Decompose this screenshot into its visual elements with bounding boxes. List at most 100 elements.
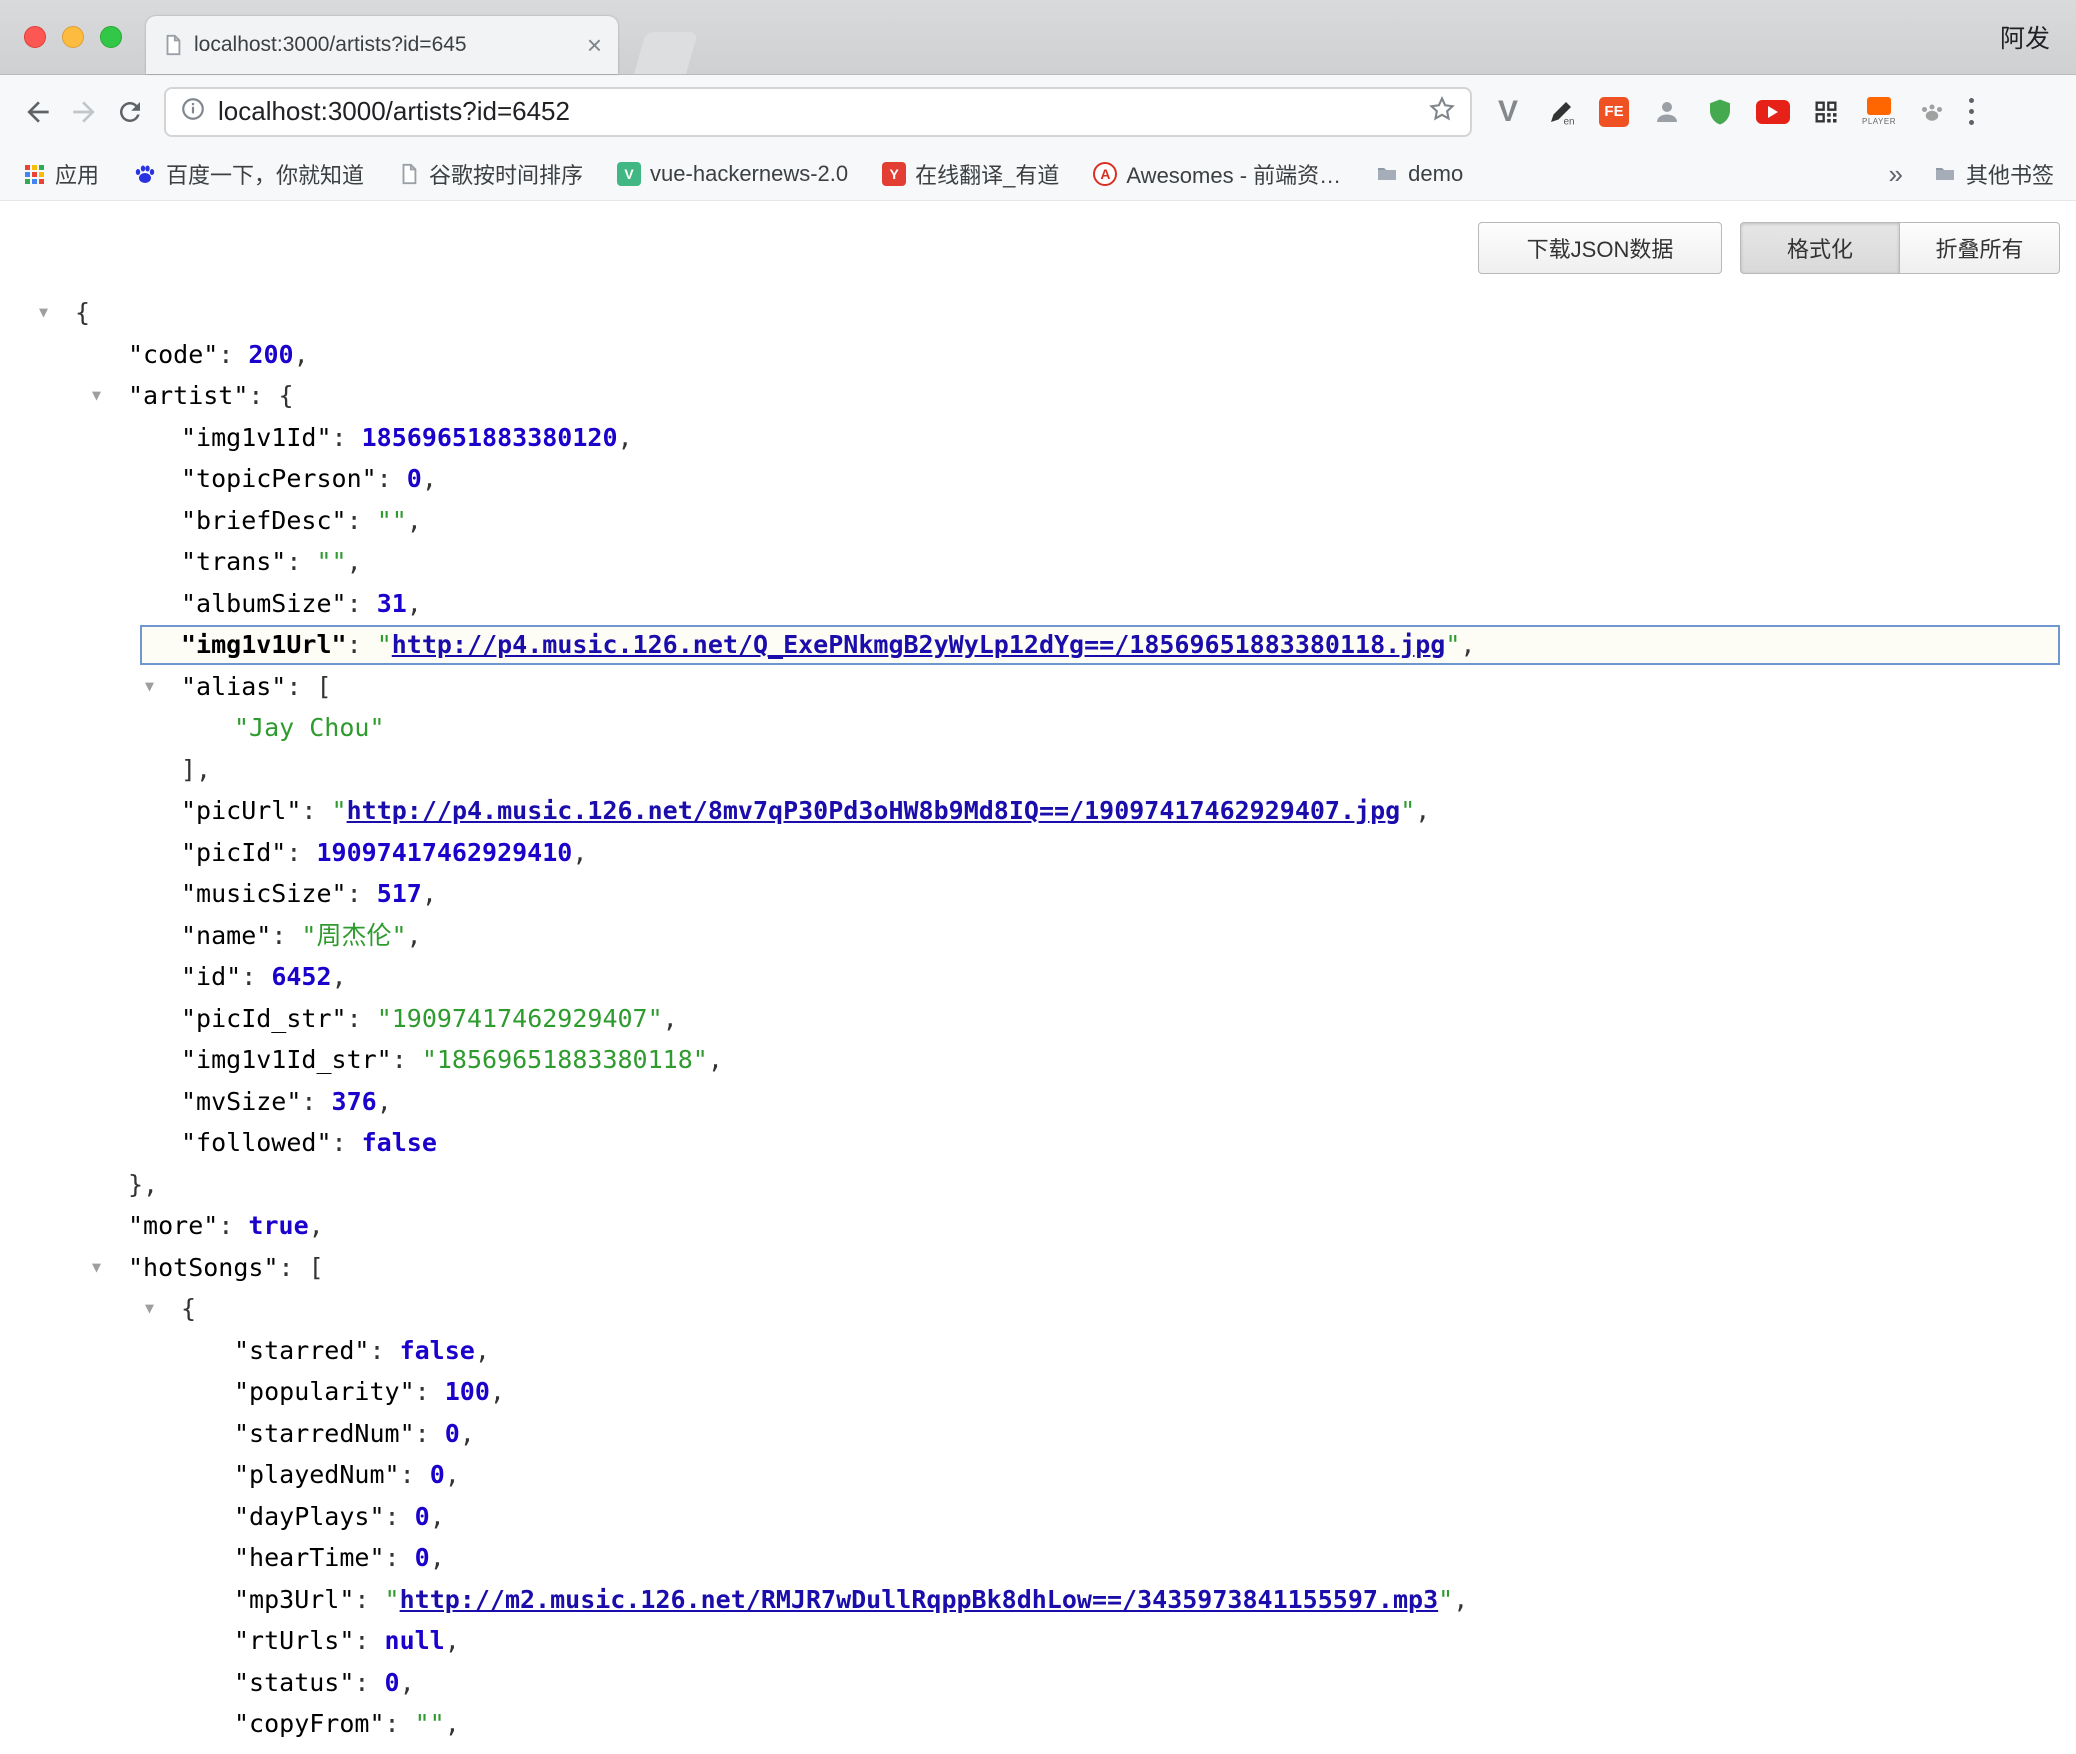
json-string: " [1445, 630, 1460, 659]
json-link[interactable]: http://p4.music.126.net/8mv7qP30Pd3oHW8b… [347, 796, 1401, 825]
collapse-all-button[interactable]: 折叠所有 [1900, 222, 2060, 274]
json-link[interactable]: http://p4.music.126.net/Q_ExePNkmgB2yWyL… [392, 630, 1446, 659]
json-key: "starredNum" [234, 1419, 415, 1448]
bookmark-label: 谷歌按时间排序 [429, 158, 583, 190]
folder-icon [1375, 162, 1399, 186]
json-key: "alias" [181, 672, 286, 701]
json-key: "picUrl" [181, 796, 301, 825]
shield-extension-icon[interactable] [1700, 92, 1740, 132]
json-punctuation: : [354, 1668, 384, 1697]
bookmark-label: vue-hackernews-2.0 [650, 161, 848, 187]
back-button[interactable] [18, 92, 58, 132]
json-string: "Jay Chou" [234, 713, 385, 742]
bookmark-apps[interactable]: 应用 [22, 158, 99, 190]
json-punctuation: , [407, 921, 422, 950]
json-punctuation: , [400, 1668, 415, 1697]
youtube-extension-icon[interactable] [1753, 92, 1793, 132]
fe-extension-icon[interactable]: FE [1594, 92, 1634, 132]
collapse-toggle-icon[interactable]: ▼ [145, 1288, 154, 1330]
address-bar[interactable]: localhost:3000/artists?id=6452 [164, 87, 1472, 137]
player-extension-icon[interactable]: PLAYER [1859, 92, 1899, 132]
page-favicon-icon [162, 34, 184, 56]
extensions-area: V en FE PLAYER [1488, 92, 1952, 132]
json-punctuation: , [294, 340, 309, 369]
json-keyword: true [248, 1211, 308, 1240]
json-punctuation: : [301, 796, 331, 825]
close-window-button[interactable] [24, 26, 46, 48]
page-icon [398, 163, 420, 185]
json-punctuation: : [279, 1253, 309, 1282]
json-punctuation: : [400, 1460, 430, 1489]
tab-close-icon[interactable]: × [587, 32, 602, 58]
bookmark-awesomes[interactable]: A Awesomes - 前端资… [1093, 158, 1341, 190]
json-line: "img1v1Id_str": "18569651883380118", [0, 1039, 2076, 1081]
collapse-toggle-icon[interactable]: ▼ [92, 375, 101, 417]
json-viewer-controls: 下载JSON数据 格式化 折叠所有 [0, 201, 2076, 274]
json-line: "picUrl": "http://p4.music.126.net/8mv7q… [0, 790, 2076, 832]
json-punctuation: , [572, 838, 587, 867]
json-punctuation: { [279, 381, 294, 410]
translate-extension-icon[interactable]: en [1541, 92, 1581, 132]
vimium-extension-icon[interactable]: V [1488, 92, 1528, 132]
json-link[interactable]: http://m2.music.126.net/RMJR7wDullRqppBk… [400, 1585, 1439, 1614]
new-tab-button[interactable] [634, 32, 698, 74]
json-line: "code": 200, [0, 334, 2076, 376]
bookmark-label: 在线翻译_有道 [915, 158, 1059, 190]
json-line: "status": 0, [0, 1662, 2076, 1704]
minimize-window-button[interactable] [62, 26, 84, 48]
bookmark-star-icon[interactable] [1428, 95, 1456, 128]
json-string: "" [415, 1709, 445, 1738]
json-line: "hearTime": 0, [0, 1537, 2076, 1579]
other-bookmarks-folder[interactable]: 其他书签 [1933, 158, 2054, 190]
json-key: "mp3Url" [234, 1585, 354, 1614]
profile-name[interactable]: 阿发 [2000, 19, 2050, 55]
json-punctuation: : [248, 381, 278, 410]
json-punctuation: , [445, 1460, 460, 1489]
collapse-toggle-icon[interactable]: ▼ [92, 1247, 101, 1289]
browser-menu-icon[interactable] [1956, 92, 1986, 132]
json-line: "topicPerson": 0, [0, 458, 2076, 500]
bookmark-vue-hackernews[interactable]: V vue-hackernews-2.0 [617, 161, 848, 187]
json-number: 376 [332, 1087, 377, 1116]
fullscreen-window-button[interactable] [100, 26, 122, 48]
json-string: " [1438, 1585, 1453, 1614]
url-text[interactable]: localhost:3000/artists?id=6452 [218, 96, 1428, 127]
tab-title: localhost:3000/artists?id=645 [194, 33, 577, 57]
json-number: 6452 [271, 962, 331, 991]
bookmark-youdao[interactable]: Y 在线翻译_有道 [882, 158, 1059, 190]
json-line: "musicSize": 517, [0, 873, 2076, 915]
paw-extension-icon[interactable] [1912, 92, 1952, 132]
format-button[interactable]: 格式化 [1740, 222, 1900, 274]
json-punctuation: : [385, 1709, 415, 1738]
json-number: 19097417462929410 [316, 838, 572, 867]
bookmark-baidu[interactable]: 百度一下，你就知道 [133, 158, 364, 190]
json-punctuation: : [347, 589, 377, 618]
bookmarks-overflow-chevron[interactable]: » [1889, 159, 1903, 190]
json-line: "briefDesc": "", [0, 500, 2076, 542]
json-key: "mvSize" [181, 1087, 301, 1116]
qrcode-extension-icon[interactable] [1806, 92, 1846, 132]
reload-button[interactable] [110, 92, 150, 132]
json-number: 0 [415, 1502, 430, 1531]
json-line: "Jay Chou" [0, 707, 2076, 749]
bookmark-label: 应用 [55, 158, 99, 190]
forward-button[interactable] [64, 92, 104, 132]
bookmark-google-sort[interactable]: 谷歌按时间排序 [398, 158, 583, 190]
bookmark-demo-folder[interactable]: demo [1375, 161, 1463, 187]
download-json-button[interactable]: 下载JSON数据 [1478, 222, 1722, 274]
json-line: "id": 6452, [0, 956, 2076, 998]
browser-tab[interactable]: localhost:3000/artists?id=645 × [146, 16, 618, 74]
site-info-icon[interactable] [180, 96, 206, 127]
json-punctuation: : [286, 547, 316, 576]
json-key: "rtUrls" [234, 1626, 354, 1655]
vue-icon: V [617, 162, 641, 186]
view-mode-segmented-control: 格式化 折叠所有 [1740, 222, 2060, 274]
json-punctuation: : [347, 630, 377, 659]
collapse-toggle-icon[interactable]: ▼ [145, 666, 154, 708]
collapse-toggle-icon[interactable]: ▼ [39, 292, 48, 334]
json-punctuation: }, [128, 1170, 158, 1199]
json-punctuation: , [377, 1087, 392, 1116]
user-extension-icon[interactable] [1647, 92, 1687, 132]
json-keyword: null [385, 1626, 445, 1655]
json-line: "mp3Url": "http://m2.music.126.net/RMJR7… [0, 1579, 2076, 1621]
